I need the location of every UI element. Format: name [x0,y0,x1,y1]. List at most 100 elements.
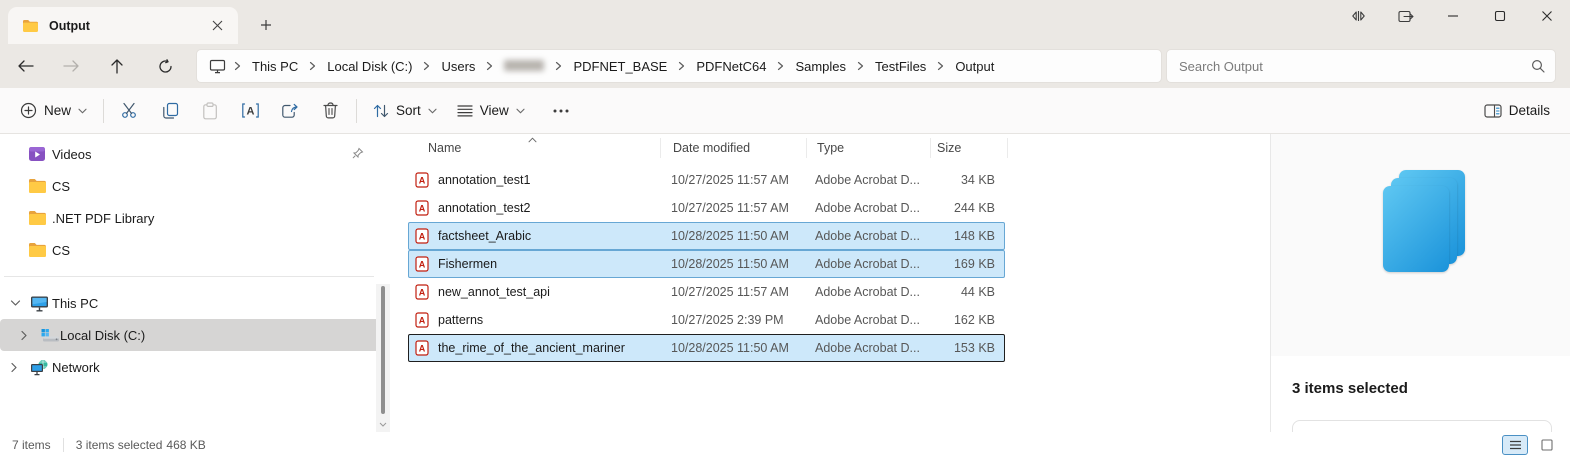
back-button[interactable] [8,50,42,82]
file-row[interactable]: Aannotation_test1 10/27/2025 11:57 AM Ad… [408,166,1005,194]
sidebar-item-local-disk-c[interactable]: Local Disk (C:) [0,319,390,351]
command-bar: New A Sort View Details [0,88,1570,134]
folder-icon [28,178,47,194]
svg-text:A: A [419,288,426,298]
chevron-right-icon[interactable] [10,362,22,373]
sidebar-item-cs-1[interactable]: CS [0,170,390,202]
details-view-toggle[interactable] [1502,435,1528,455]
open-side-pane-icon[interactable] [1382,0,1429,32]
close-window-icon[interactable] [1523,0,1570,32]
sidebar-item-this-pc[interactable]: This PC [0,287,390,319]
maximize-icon[interactable] [1476,0,1523,32]
chevron-right-icon[interactable] [553,61,564,71]
pdf-file-icon: A [415,340,429,356]
chevron-right-icon[interactable] [775,61,786,71]
file-row[interactable]: Anew_annot_test_api 10/27/2025 11:57 AM … [408,278,1005,306]
chevron-right-icon[interactable] [676,61,687,71]
file-rows: Aannotation_test1 10/27/2025 11:57 AM Ad… [405,166,1270,362]
up-button[interactable] [100,50,134,82]
new-tab-button[interactable] [252,12,280,38]
file-date-cell: 10/27/2025 2:39 PM [671,313,784,327]
chevron-right-icon[interactable] [20,330,32,341]
minimize-icon[interactable] [1429,0,1476,32]
search-input[interactable] [1179,58,1531,74]
pin-icon [352,147,364,162]
share-icon [282,103,298,118]
navigation-pane: Videos CS .NET PDF Library CS This PC Lo… [0,134,390,432]
column-header-date-modified[interactable]: Date modified [660,137,806,158]
chevron-right-icon[interactable] [855,61,866,71]
breadcrumb-item-testfiles[interactable]: TestFiles [866,56,935,77]
copy-icon [162,102,178,119]
file-row-selected[interactable]: Afactsheet_Arabic 10/28/2025 11:50 AM Ad… [408,222,1005,250]
breadcrumb-item-pdfnetc64[interactable]: PDFNetC64 [687,56,775,77]
see-more-icon [553,109,569,112]
sidebar-scrollbar[interactable] [376,284,390,432]
file-row[interactable]: Apatterns 10/27/2025 2:39 PM Adobe Acrob… [408,306,1005,334]
details-pane-button[interactable]: Details [1474,96,1560,125]
this-pc-icon [203,59,232,74]
sidebar-item-cs-2[interactable]: CS [0,234,390,266]
file-size-cell: 44 KB [960,285,995,299]
file-size-cell: 169 KB [953,257,995,271]
breadcrumb-item-user-redacted[interactable] [495,56,553,77]
status-bar: 7 items 3 items selected 468 KB [0,432,1570,458]
breadcrumb-item-this-pc[interactable]: This PC [243,56,307,77]
scrollbar-down-icon[interactable] [377,418,389,430]
file-row-selected[interactable]: A Fishermen 10/28/2025 11:50 AM Adobe Acr… [408,250,1005,278]
chevron-right-icon[interactable] [484,61,495,71]
see-more-button[interactable] [541,93,581,129]
paste-button[interactable] [190,93,230,129]
sidebar-item-net-pdf-library[interactable]: .NET PDF Library [0,202,390,234]
explorer-tab-output[interactable]: Output [8,7,238,44]
file-size-cell: 34 KB [960,173,995,187]
refresh-button[interactable] [148,50,182,82]
file-type-cell: Adobe Acrobat D... [815,313,920,327]
new-button[interactable]: New [10,95,97,126]
scrollbar-thumb[interactable] [381,286,385,414]
large-icons-view-toggle[interactable] [1534,435,1560,455]
search-icon[interactable] [1531,59,1545,73]
view-button[interactable]: View [447,96,535,125]
file-row-selected-focused[interactable]: Athe_rime_of_the_ancient_mariner 10/28/2… [408,334,1005,362]
svg-text:A: A [419,316,426,326]
file-row[interactable]: Aannotation_test2 10/27/2025 11:57 AM Ad… [408,194,1005,222]
stacked-file-card-front [1383,186,1449,272]
file-name-cell: Anew_annot_test_api [409,284,661,300]
delete-button[interactable] [310,93,350,129]
split-view-icon[interactable] [1335,0,1382,32]
breadcrumb-item-pdfnet-base[interactable]: PDFNET_BASE [564,56,676,77]
column-header-size[interactable]: Size [930,137,1008,158]
navigation-bar: This PC Local Disk (C:) Users PDFNET_BAS… [0,44,1570,88]
cut-button[interactable] [110,93,150,129]
videos-icon [28,145,46,163]
address-bar[interactable]: This PC Local Disk (C:) Users PDFNET_BAS… [196,49,1162,83]
chevron-right-icon[interactable] [307,61,318,71]
chevron-right-icon[interactable] [232,61,243,71]
file-size-cell: 153 KB [953,341,995,355]
forward-button[interactable] [54,50,88,82]
chevron-right-icon[interactable] [935,61,946,71]
folder-icon [22,19,39,33]
large-icons-view-icon [1541,439,1553,451]
rename-button[interactable]: A [230,93,270,129]
svg-text:A: A [419,260,426,270]
breadcrumb-item-samples[interactable]: Samples [786,56,855,77]
breadcrumb-item-output[interactable]: Output [946,56,1003,77]
share-button[interactable] [270,93,310,129]
chevron-down-icon[interactable] [10,299,22,307]
breadcrumb-item-users[interactable]: Users [432,56,484,77]
sort-ascending-icon [528,132,537,146]
chevron-right-icon[interactable] [421,61,432,71]
redacted-username [504,59,545,71]
sidebar-item-videos[interactable]: Videos [0,138,390,170]
file-size-cell: 162 KB [953,313,995,327]
file-name-cell: Athe_rime_of_the_ancient_mariner [409,340,661,356]
sort-button[interactable]: Sort [363,96,447,126]
column-header-type[interactable]: Type [806,137,930,158]
close-tab-icon[interactable] [204,13,230,39]
breadcrumb-item-local-disk[interactable]: Local Disk (C:) [318,56,421,77]
search-box[interactable] [1166,49,1556,83]
sidebar-item-network[interactable]: Network [0,351,390,383]
copy-button[interactable] [150,93,190,129]
